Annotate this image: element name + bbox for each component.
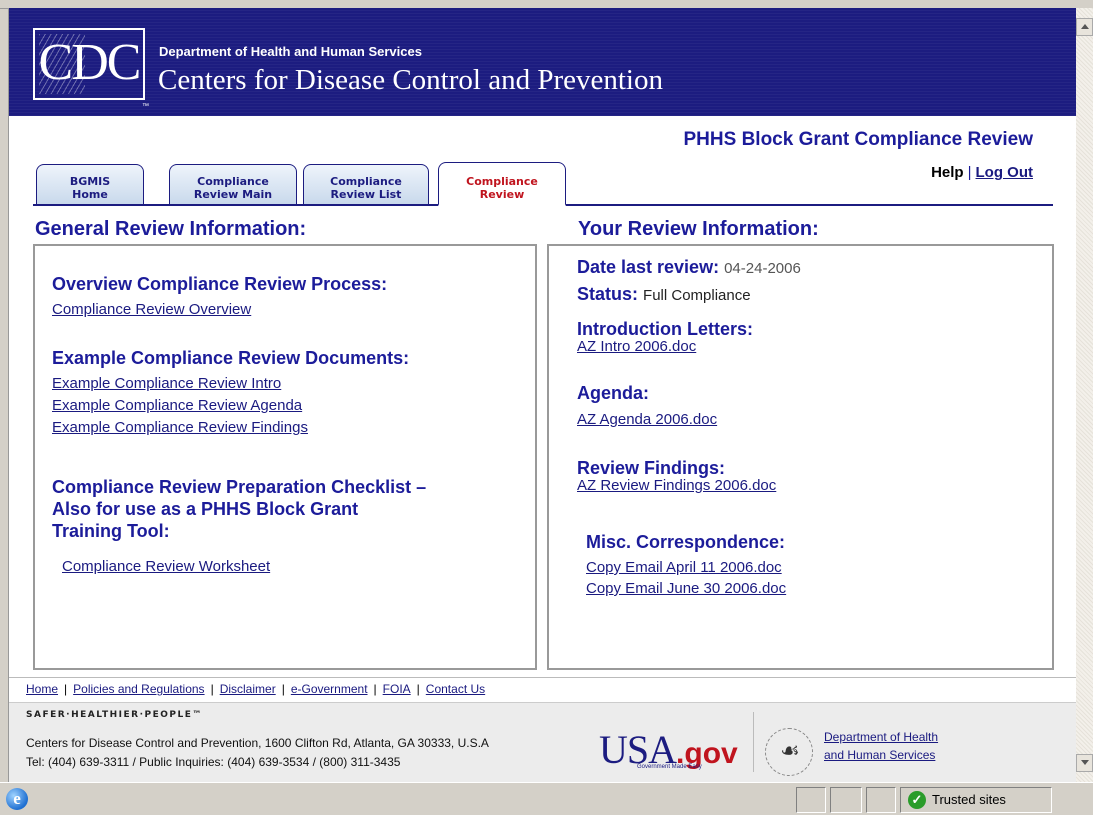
az-intro-link[interactable]: AZ Intro 2006.doc [577,338,696,355]
checklist-heading-line-2: Also for use as a PHHS Block Grant [52,499,359,519]
help-link[interactable]: Help [931,164,964,181]
footer-foia-link[interactable]: FOIA [383,682,411,696]
status-cell [830,787,862,813]
cdc-logo[interactable]: CDC [33,28,145,100]
slogan: SAFER·HEALTHIER·PEOPLE™ [26,710,203,720]
copy-email-june-link[interactable]: Copy Email June 30 2006.doc [586,580,786,597]
trademark-mark: ™ [142,103,149,110]
footer-separator: | [64,682,68,696]
misc-correspondence-heading: Misc. Correspondence: [586,532,786,552]
tab-label: Review [479,188,525,201]
tab-label: Compliance [466,175,538,188]
copy-email-april-link[interactable]: Copy Email April 11 2006.doc [586,559,782,576]
date-label: Date last review: [577,257,720,277]
agency-name: Centers for Disease Control and Preventi… [158,64,663,96]
help-logout-bar: Help | Log Out [931,164,1033,181]
tab-label: Review Main [193,188,273,201]
overview-heading: Overview Compliance Review Process: [52,274,388,294]
hhs-link-line-1[interactable]: Department of Health [824,730,938,744]
az-agenda-link[interactable]: AZ Agenda 2006.doc [577,411,717,428]
footer-disclaimer-link[interactable]: Disclaimer [220,682,276,696]
footer-links: Home | Policies and Regulations | Disclaimer… [26,682,485,696]
contact-address: Centers for Disease Control and Preventi… [26,734,489,772]
tab-compliance-review[interactable]: Compliance Review [438,162,566,206]
intro-letters-heading: Introduction Letters: [577,319,753,339]
tab-compliance-review-main[interactable]: Compliance Review Main [169,164,297,204]
tab-bgmis-home[interactable]: BGMIS Home [36,164,144,204]
your-review-heading: Your Review Information: [578,218,819,240]
footer-divider [9,677,1077,678]
tab-label: Compliance [330,175,402,188]
usagov-tagline: Government Made Easy [637,764,702,770]
status-cell [866,787,896,813]
phone-line: Tel: (404) 639-3311 / Public Inquiries: … [26,755,401,769]
example-agenda-link[interactable]: Example Compliance Review Agenda [52,397,302,414]
tab-compliance-review-list[interactable]: Compliance Review List [303,164,429,204]
hhs-link: Department of Health and Human Services [824,728,938,764]
example-intro-link[interactable]: Example Compliance Review Intro [52,375,281,392]
date-value: 04-24-2006 [724,260,801,277]
logout-link[interactable]: Log Out [976,164,1033,181]
checklist-heading-line-1: Compliance Review Preparation Checklist … [52,477,427,497]
status-label: Status: [577,284,639,304]
scroll-down-icon[interactable] [1076,754,1093,772]
status-cell [796,787,826,813]
footer-home-link[interactable]: Home [26,682,58,696]
footer-separator: | [416,682,420,696]
checkmark-icon: ✓ [908,791,926,809]
date-last-review: Date last review: 04-24-2006 [577,257,801,278]
footer-egov-link[interactable]: e-Government [291,682,368,696]
example-findings-link[interactable]: Example Compliance Review Findings [52,419,308,436]
review-findings-heading: Review Findings: [577,458,726,478]
hhs-link-line-2[interactable]: and Human Services [824,748,935,762]
browser-viewport: CDC ™ Department of Health and Human Ser… [8,8,1077,782]
logo-text: CDC [38,34,142,91]
agenda-heading: Agenda: [577,383,649,403]
review-status: Status: Full Compliance [577,284,751,305]
footer-policies-link[interactable]: Policies and Regulations [73,682,204,696]
address-line: Centers for Disease Control and Preventi… [26,736,489,750]
tab-label: Home [72,188,108,201]
tab-label: Compliance [197,175,269,188]
help-separator: | [967,164,972,181]
tab-label: BGMIS [69,175,111,188]
scroll-up-icon[interactable] [1076,18,1093,36]
compliance-review-overview-link[interactable]: Compliance Review Overview [52,301,251,318]
your-review-panel [547,244,1054,670]
general-review-heading: General Review Information: [35,218,307,240]
examples-heading: Example Compliance Review Documents: [52,348,410,368]
az-review-findings-link[interactable]: AZ Review Findings 2006.doc [577,477,776,494]
app-title: PHHS Block Grant Compliance Review [683,129,1034,150]
footer-separator: | [281,682,285,696]
cdc-header-banner: CDC ™ Department of Health and Human Ser… [9,8,1077,116]
footer-separator: | [210,682,214,696]
tab-label: Review List [330,188,402,201]
ie-icon: e [6,788,28,810]
department-name: Department of Health and Human Services [159,44,422,59]
status-value: Full Compliance [643,287,751,304]
footer-contact-link[interactable]: Contact Us [426,682,485,696]
status-bar: e ✓ Trusted sites [0,782,1093,815]
security-zone-text: Trusted sites [932,792,1006,807]
checklist-heading-line-3: Training Tool: [52,521,170,541]
hhs-seal-icon[interactable]: ☙ [765,728,813,776]
footer-vertical-divider [753,712,754,772]
footer-separator: | [373,682,377,696]
usa-gov-logo[interactable]: USA.gov Government Made Easy [599,726,738,772]
compliance-review-worksheet-link[interactable]: Compliance Review Worksheet [62,558,270,575]
vertical-scrollbar[interactable] [1076,8,1093,782]
